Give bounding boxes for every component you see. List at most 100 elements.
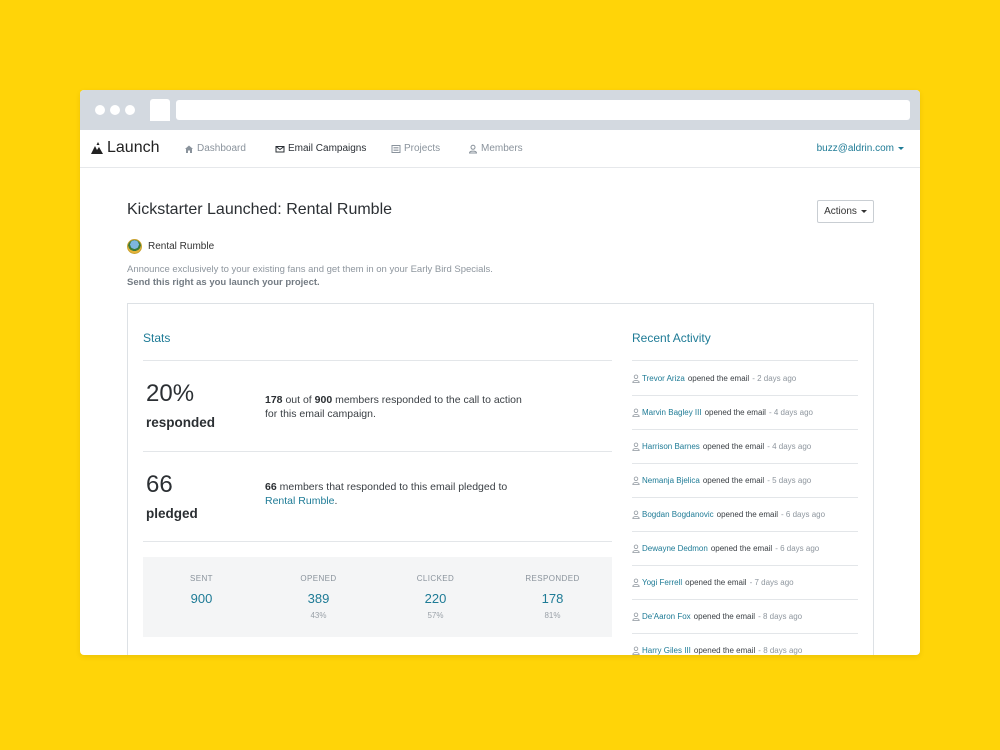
activity-action: opened the email xyxy=(687,374,750,383)
window-close-dot[interactable] xyxy=(95,105,105,115)
summary-clicked-value[interactable]: 220 xyxy=(377,591,494,606)
page-title: Kickstarter Launched: Rental Rumble xyxy=(127,201,393,218)
activity-item: Yogi Ferrell opened the email - 7 days ago xyxy=(632,578,858,587)
activity-time-value: 4 days ago xyxy=(772,442,812,451)
activity-divider xyxy=(632,463,858,464)
nav-email-campaigns-label: Email Campaigns xyxy=(288,143,367,154)
activity-member-link[interactable]: Trevor Ariza xyxy=(642,374,685,383)
summary-clicked: CLICKED 220 57% xyxy=(377,557,494,620)
activity-time-value: 2 days ago xyxy=(757,374,797,383)
user-icon xyxy=(632,510,640,519)
responded-count: 178 xyxy=(265,394,283,406)
activity-divider xyxy=(632,599,858,600)
nav-projects[interactable]: Projects xyxy=(391,143,440,154)
activity-divider xyxy=(632,395,858,396)
summary-opened-head: OPENED xyxy=(300,574,337,583)
activity-time-value: 4 days ago xyxy=(773,408,813,417)
activity-item: Dewayne Dedmon opened the email - 6 days a… xyxy=(632,544,858,553)
activity-item: Harrison Barnes opened the email - 4 days … xyxy=(632,442,858,451)
responded-total: 900 xyxy=(314,394,333,406)
activity-time-value: 8 days ago xyxy=(762,612,803,621)
activity-action: opened the email xyxy=(693,612,756,621)
summary-opened-value[interactable]: 389 xyxy=(260,591,377,606)
activity-item: Marvin Bagley III opened the email - 4 day… xyxy=(632,408,858,417)
activity-divider xyxy=(632,633,858,634)
actions-button[interactable]: Actions xyxy=(817,200,874,223)
user-icon xyxy=(632,612,640,621)
activity-member-link[interactable]: Yogi Ferrell xyxy=(642,578,682,587)
activity-action: opened the email xyxy=(716,510,779,519)
summary-clicked-head: CLICKED xyxy=(416,574,455,583)
app-logo[interactable]: Launch xyxy=(90,139,160,157)
activity-member-link[interactable]: Nemanja Bjelica xyxy=(642,476,700,485)
user-icon xyxy=(468,144,478,153)
summary-sent-head: SENT xyxy=(190,574,213,583)
activity-member-link[interactable]: Harrison Barnes xyxy=(642,442,700,451)
user-icon xyxy=(632,578,640,587)
activity-item: Harry Giles III opened the email - 8 days … xyxy=(632,646,858,655)
activity-member-link[interactable]: Dewayne Dedmon xyxy=(642,544,708,553)
nav-email-campaigns[interactable]: Email Campaigns xyxy=(275,143,366,154)
activity-time-value: 6 days ago xyxy=(785,510,826,519)
pledged-project-link[interactable]: Rental Rumble xyxy=(265,495,334,507)
activity-item: Trevor Ariza opened the email - 2 days ago xyxy=(632,374,858,383)
activity-divider xyxy=(632,565,858,566)
nav-members[interactable]: Members xyxy=(468,143,523,154)
stats-divider xyxy=(143,451,612,452)
activity-divider xyxy=(632,497,858,498)
responded-label: responded xyxy=(146,415,216,430)
activity-time: - 4 days ago xyxy=(767,442,812,451)
activity-member-link[interactable]: Marvin Bagley III xyxy=(642,408,702,417)
activity-action: opened the email xyxy=(702,476,765,485)
pledged-label: pledged xyxy=(146,506,198,521)
summary-opened-pct: 43% xyxy=(310,611,327,620)
window-maximize-dot[interactable] xyxy=(125,105,135,115)
browser-window: Launch Dashboard Email Campaigns Project… xyxy=(80,90,920,655)
activity-member-link[interactable]: Harry Giles III xyxy=(642,646,691,655)
activity-member-link[interactable]: Bogdan Bogdanovic xyxy=(642,510,714,519)
pledged-text-mid: members that responded to this email ple… xyxy=(276,481,508,493)
nav-dashboard[interactable]: Dashboard xyxy=(184,143,246,154)
activity-time: - 5 days ago xyxy=(767,476,812,485)
browser-tab[interactable] xyxy=(150,99,170,121)
activity-time-value: 5 days ago xyxy=(772,476,812,485)
campaign-description: Announce exclusively to your existing fa… xyxy=(127,263,493,289)
activity-item: Nemanja Bjelica opened the email - 5 days … xyxy=(632,476,858,485)
project-name: Rental Rumble xyxy=(148,241,215,252)
summary-sent-value[interactable]: 900 xyxy=(143,591,260,606)
envelope-icon xyxy=(275,145,285,152)
window-minimize-dot[interactable] xyxy=(110,105,120,115)
activity-time: - 6 days ago xyxy=(781,510,826,519)
nav-members-label: Members xyxy=(481,143,523,154)
activity-action: opened the email xyxy=(702,442,765,451)
address-bar[interactable] xyxy=(176,100,910,120)
summary-responded-value[interactable]: 178 xyxy=(494,591,611,606)
activity-action: opened the email xyxy=(693,646,756,655)
user-icon xyxy=(632,646,640,655)
user-menu[interactable]: buzz@aldrin.com xyxy=(817,143,904,154)
actions-button-label: Actions xyxy=(824,206,857,217)
activity-time: - 8 days ago xyxy=(758,612,803,621)
logo-text: Launch xyxy=(107,139,160,156)
project-link[interactable]: Rental Rumble xyxy=(127,239,214,254)
campaign-page: Kickstarter Launched: Rental Rumble Acti… xyxy=(80,168,920,655)
activity-time-value: 6 days ago xyxy=(780,544,820,553)
activity-divider xyxy=(632,360,858,361)
activity-time: - 4 days ago xyxy=(768,408,813,417)
nav-projects-label: Projects xyxy=(404,143,441,154)
responded-description: 178 out of 900 members responded to the … xyxy=(265,393,535,421)
user-icon xyxy=(632,442,640,451)
chevron-down-icon xyxy=(860,210,867,213)
summary-responded: RESPONDED 178 81% xyxy=(494,557,611,620)
top-navbar: Launch Dashboard Email Campaigns Project… xyxy=(80,130,920,168)
activity-action: opened the email xyxy=(710,544,773,553)
activity-time: - 8 days ago xyxy=(758,646,803,655)
stats-card: Stats 20% responded 178 out of 900 membe… xyxy=(127,303,874,655)
activity-member-link[interactable]: De'Aaron Fox xyxy=(642,612,691,621)
chevron-down-icon xyxy=(898,147,904,150)
stats-divider xyxy=(143,541,612,542)
project-avatar xyxy=(127,239,142,254)
email-summary: SENT 900 OPENED 389 43% CLICKED 220 57% … xyxy=(143,557,612,637)
description-line-2: Send this right as you launch your proje… xyxy=(127,277,320,288)
responded-text-mid: out of xyxy=(282,394,315,406)
